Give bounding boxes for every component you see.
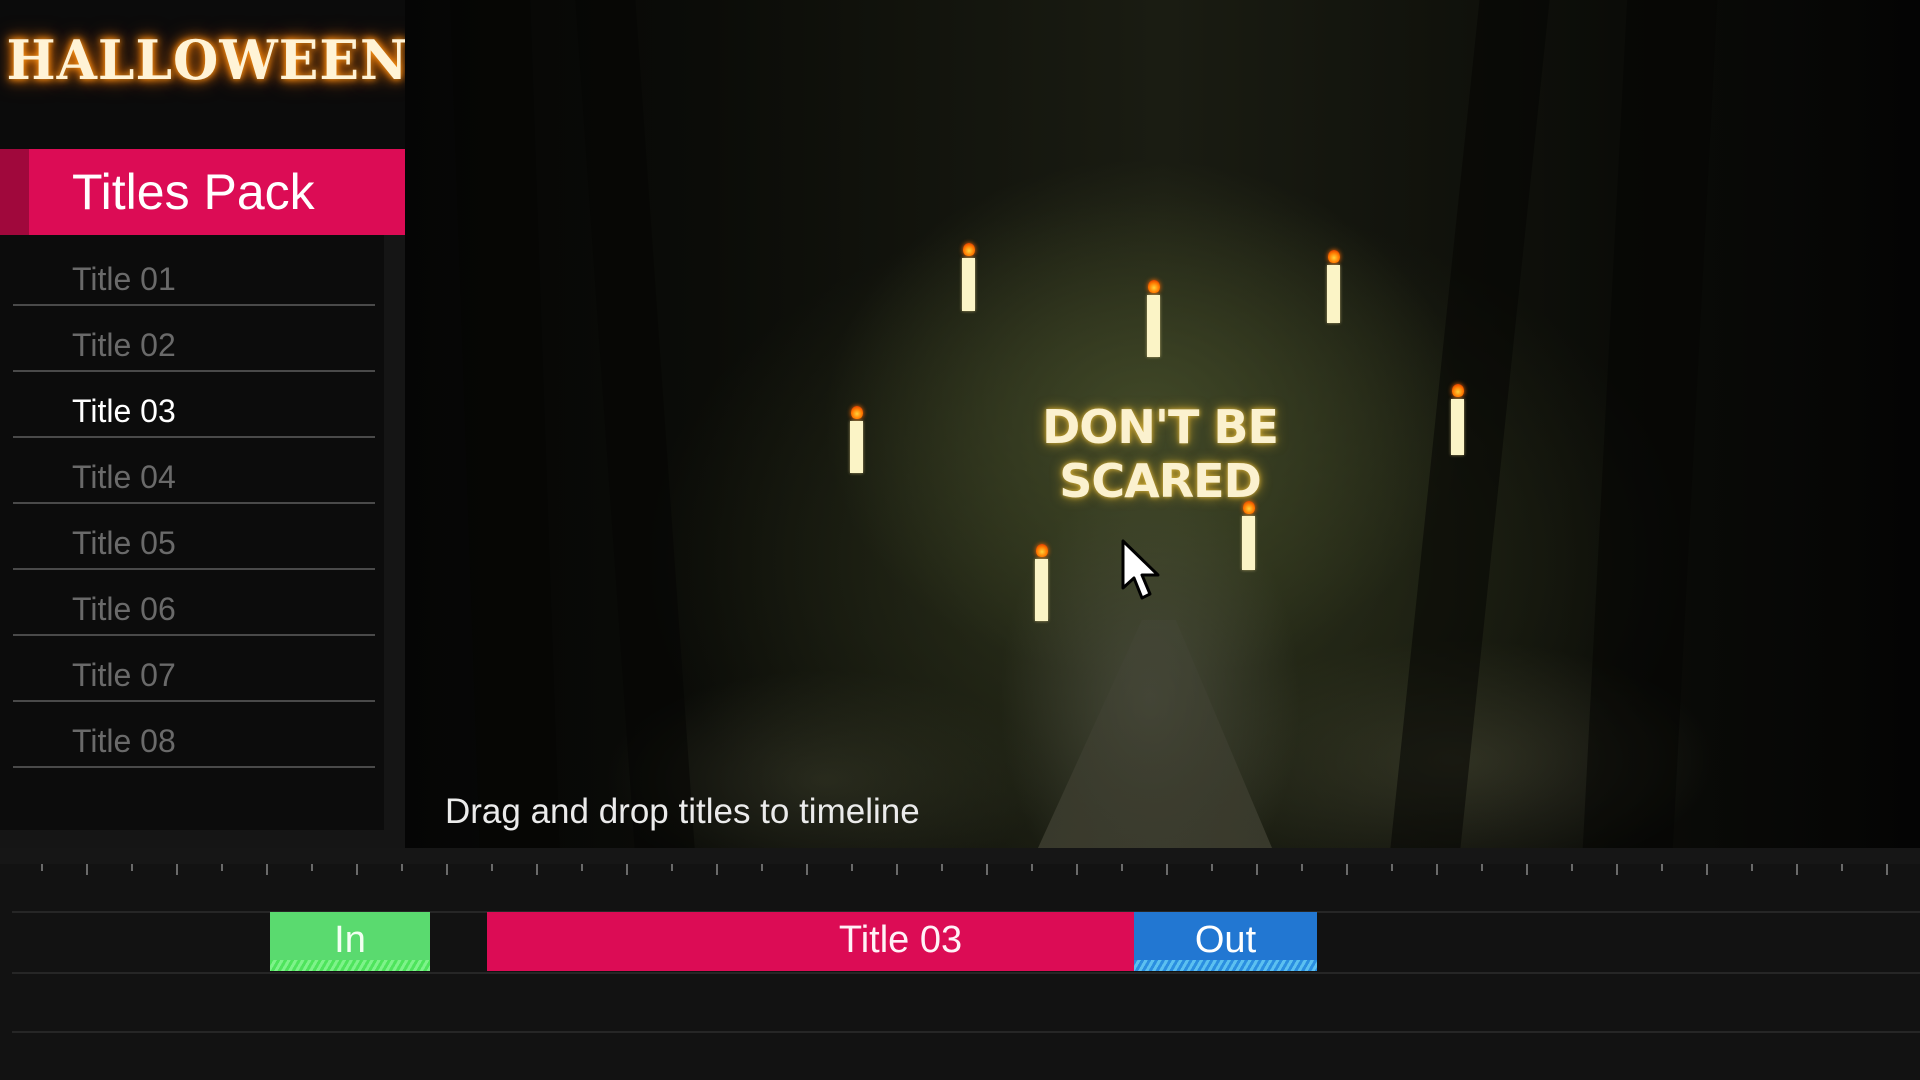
tree-trunk [1390,0,1550,848]
titles-pack-header: Titles Pack [0,149,405,235]
logo-area: HALLOWEEN [0,0,408,149]
ruler-tick [1886,864,1888,875]
list-item-label: Title 02 [72,327,176,363]
ruler-tick [806,864,808,875]
title-list-item-06[interactable]: Title 06 [13,570,375,636]
title-list-item-08[interactable]: Title 08 [13,702,375,768]
ruler-tick [986,864,988,875]
timeline[interactable]: In Title 03 Out [0,848,1920,1080]
title-list: Title 01 Title 02 Title 03 Title 04 Titl… [0,235,384,830]
list-item-label: Title 03 [72,393,176,429]
ruler-tick [1076,864,1078,875]
ruler-tick [401,864,403,871]
ruler-tick [311,864,313,871]
ruler-tick [1211,864,1213,871]
ruler-tick [1481,864,1483,871]
title-list-item-02[interactable]: Title 02 [13,306,375,372]
list-item-label: Title 04 [72,459,176,495]
title-list-item-07[interactable]: Title 07 [13,636,375,702]
ruler-tick [266,864,268,875]
ruler-tick [1796,864,1798,875]
ruler-tick [1841,864,1843,871]
ruler-tick [896,864,898,875]
ruler-tick [221,864,223,871]
ruler-tick [1301,864,1303,871]
ruler-tick [446,864,448,875]
ruler-tick [1571,864,1573,871]
tree-trunk [450,0,560,848]
ruler-tick [356,864,358,875]
ruler-tick [536,864,538,875]
ruler-tick [1256,864,1258,875]
track-divider [12,1031,1920,1033]
ruler-tick [851,864,853,871]
title-list-item-04[interactable]: Title 04 [13,438,375,504]
title-preview-text: DON'T BE SCARED [1042,400,1279,508]
timeline-ruler[interactable] [0,848,1920,864]
list-item-label: Title 01 [72,261,176,297]
ruler-tick [761,864,763,871]
title-list-item-03[interactable]: Title 03 [13,372,375,438]
sidebar: HALLOWEEN Titles Pack Title 01 Title 02 … [0,0,408,848]
ruler-tick [41,864,43,871]
ruler-tick [581,864,583,871]
title-list-item-05[interactable]: Title 05 [13,504,375,570]
drag-drop-hint: Drag and drop titles to timeline [445,792,920,831]
clip-in-transition[interactable]: In [270,912,430,971]
ruler-tick [1661,864,1663,871]
ruler-tick [941,864,943,871]
clip-hatch [1134,960,1317,971]
ruler-tick [1706,864,1708,875]
ruler-tick [1346,864,1348,875]
ruler-tick [671,864,673,871]
forest-path [1038,620,1272,848]
preview-canvas: DON'T BE SCARED Drag and drop titles to … [405,0,1920,848]
header-accent-strip [0,149,29,235]
list-item-label: Title 07 [72,657,176,693]
clip-label: Out [1194,919,1257,961]
ruler-tick [1121,864,1123,871]
ruler-tick [1751,864,1753,871]
ruler-tick [1391,864,1393,871]
clip-hatch [270,960,430,971]
clip-label: In [334,919,366,961]
clip-label: Title 03 [838,919,963,961]
clip-title[interactable]: Title 03 [487,912,1134,971]
ruler-tick [131,864,133,871]
clip-out-transition[interactable]: Out [1134,912,1317,971]
halloween-logo: HALLOWEEN [6,28,409,93]
list-item-label: Title 06 [72,591,176,627]
ruler-tick [1031,864,1033,871]
ruler-tick [176,864,178,875]
ruler-tick [1166,864,1168,875]
ruler-tick [86,864,88,875]
ruler-tick [491,864,493,871]
tree-trunk [575,0,695,848]
ruler-tick [1526,864,1528,875]
ruler-tick [1436,864,1438,875]
ruler-tick [626,864,628,875]
ruler-tick [1616,864,1618,875]
mouse-pointer-icon [1121,539,1160,600]
list-item-label: Title 05 [72,525,176,561]
track-divider [12,972,1920,974]
ruler-tick [716,864,718,875]
pack-title: Titles Pack [72,164,315,220]
tree-trunk [1582,0,1718,848]
list-scrollbar[interactable] [384,235,405,848]
list-item-label: Title 08 [72,723,176,759]
title-list-item-01[interactable]: Title 01 [13,240,375,306]
